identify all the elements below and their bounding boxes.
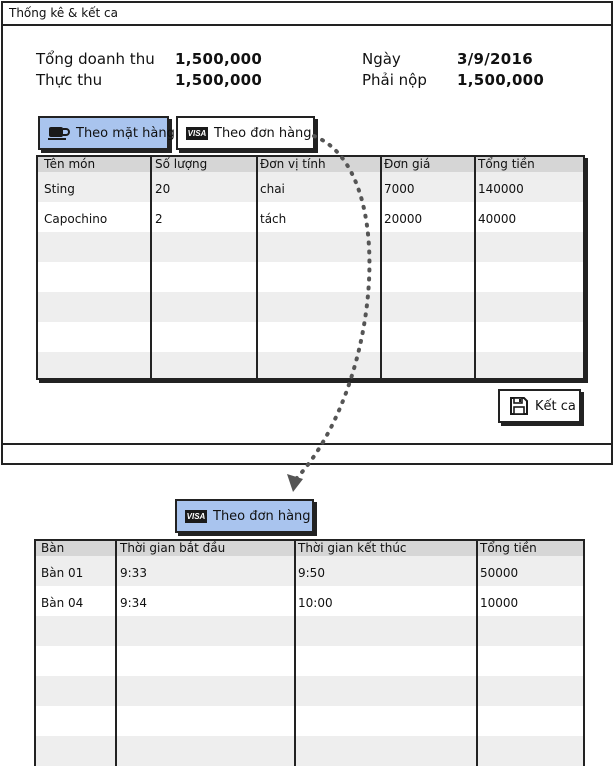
- table-cell: 20: [155, 182, 171, 196]
- orders-table[interactable]: Bàn Thời gian bắt đầu Thời gian kết thúc…: [34, 539, 585, 766]
- payable-value: 1,500,000: [457, 71, 545, 89]
- revenue-value: 1,500,000: [175, 50, 263, 68]
- coffee-cup-icon: [48, 125, 70, 141]
- table-cell: 9:50: [298, 566, 325, 580]
- tab-by-order-label: Theo đơn hàng: [214, 125, 312, 141]
- items-table[interactable]: Tên món Số lượng Đơn vị tính Đơn giá Tổn…: [36, 155, 585, 380]
- column-header: Thời gian kết thúc: [298, 541, 407, 555]
- table-cell: Bàn 04: [41, 596, 84, 610]
- visa-card-icon: VISA: [186, 126, 208, 140]
- column-header: Đơn giá: [384, 157, 431, 171]
- table-cell: Sting: [44, 182, 75, 196]
- shift-report-window: Thống kê & kết ca Tổng doanh thu 1,500,0…: [1, 1, 613, 465]
- revenue-label: Tổng doanh thu: [36, 50, 155, 68]
- table-cell: 40000: [478, 212, 517, 226]
- actual-label: Thực thu: [36, 71, 103, 89]
- window-title: Thống kê & kết ca: [3, 3, 611, 26]
- column-header: Tổng tiền: [478, 157, 535, 171]
- tab-by-order-active-label: Theo đơn hàng: [213, 508, 311, 524]
- save-icon: [509, 396, 529, 416]
- table-cell: Bàn 01: [41, 566, 84, 580]
- table-cell: 10:00: [298, 596, 333, 610]
- tab-by-item-label: Theo mặt hàng: [76, 125, 175, 141]
- table-cell: 10000: [480, 596, 519, 610]
- table-cell: 9:34: [120, 596, 147, 610]
- tab-by-item[interactable]: Theo mặt hàng: [38, 116, 175, 150]
- tab-by-order-active[interactable]: VISA Theo đơn hàng: [175, 499, 314, 533]
- close-shift-label: Kết ca: [535, 398, 576, 414]
- table-cell: Capochino: [44, 212, 108, 226]
- column-header: Tổng tiền: [480, 541, 537, 555]
- table-cell: 7000: [384, 182, 415, 196]
- table-cell: 50000: [480, 566, 519, 580]
- column-header: Tên món: [44, 157, 96, 171]
- table-cell: 9:33: [120, 566, 147, 580]
- column-header: Số lượng: [155, 157, 208, 171]
- table-cell: 20000: [384, 212, 423, 226]
- table-cell: 140000: [478, 182, 524, 196]
- column-header: Thời gian bắt đầu: [120, 541, 226, 555]
- date-label: Ngày: [362, 50, 401, 68]
- actual-value: 1,500,000: [175, 71, 263, 89]
- close-shift-button[interactable]: Kết ca: [498, 389, 581, 423]
- tab-by-order[interactable]: VISA Theo đơn hàng: [176, 116, 315, 150]
- date-value: 3/9/2016: [457, 50, 533, 68]
- column-header: Đơn vị tính: [260, 157, 326, 171]
- window-footer-divider: [3, 443, 611, 445]
- column-header: Bàn: [41, 541, 65, 555]
- payable-label: Phải nộp: [362, 71, 427, 89]
- table-cell: chai: [260, 182, 285, 196]
- table-cell: tách: [260, 212, 287, 226]
- table-cell: 2: [155, 212, 163, 226]
- visa-card-icon: VISA: [185, 509, 207, 523]
